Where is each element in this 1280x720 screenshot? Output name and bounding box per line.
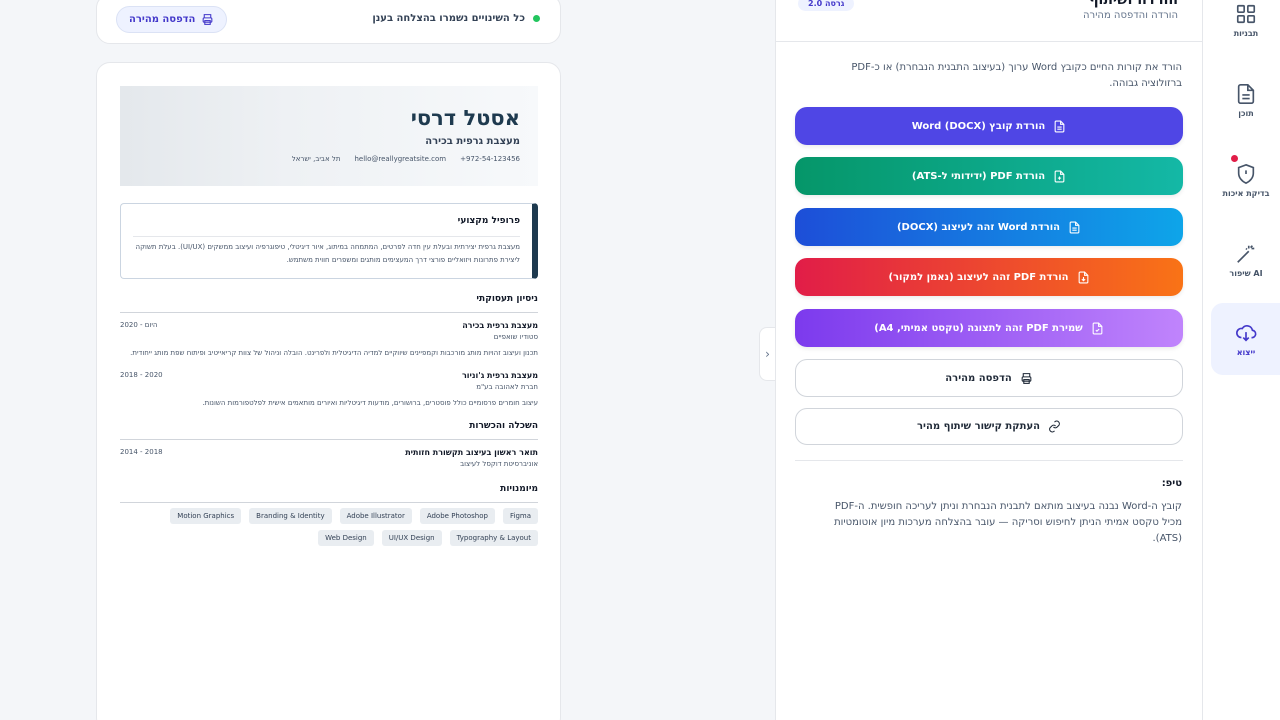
panel-title: הורדה ושיתוף (1089, 0, 1178, 8)
export-panel: הורדה ושיתוף הורדה והדפסה מהירה גרסה 2.0… (775, 0, 1202, 720)
chevron-right-icon: › (765, 347, 770, 361)
magic-wand-icon (1237, 244, 1255, 263)
job-description: עיצוב חומרים פרסומיים כולל פוסטרים, ברוש… (202, 399, 538, 407)
resume-email: hello@reallygreatsite.com (354, 155, 447, 163)
education-title: השכלה והכשרות (120, 421, 538, 440)
skills-list-row-2: Typography & Layout UI/UX Design Web Des… (120, 530, 538, 546)
resume-name: אסטל דרסי (410, 106, 520, 130)
panel-subtitle: הורדה והדפסה מהירה (1083, 10, 1178, 21)
save-view-pdf-button[interactable]: שמירת PDF זהה לתצוגה (טקסט אמיתי, A4) (795, 309, 1183, 347)
job-entry: מעצבת גרפית ג'וניור חברת לאהובה בע"מ עיצ… (120, 371, 538, 407)
skill-tag: UI/UX Design (381, 530, 442, 546)
job-description: תכנון ועיצוב זהויות מותג מורכבות וקמפיינ… (130, 349, 538, 357)
education-entry: תואר ראשון בעיצוב תקשורת חזותית אוניברסי… (120, 448, 538, 468)
print-button[interactable]: הדפסה מהירה (795, 359, 1183, 397)
document-icon (1237, 83, 1255, 104)
skill-tag: Motion Graphics (170, 508, 242, 524)
nav-export-label: ייצוא (1236, 347, 1256, 357)
job-company: חברת לאהובה בע"מ (476, 383, 538, 391)
download-ats-pdf-button[interactable]: הורדת PDF (ידידותי ל-ATS) (795, 157, 1183, 195)
panel-header: הורדה ושיתוף הורדה והדפסה מהירה גרסה 2.0 (776, 0, 1202, 42)
alert-dot-icon (1231, 155, 1238, 162)
job-company: סטודיו שואפיים (493, 333, 538, 341)
resume-header: אסטל דרסי מעצבת גרפית בכירה +972-54-1234… (120, 86, 538, 186)
shield-alert-icon (1237, 163, 1255, 184)
download-styled-pdf-label: הורדת PDF זהה לעיצוב (נאמן למקור) (888, 271, 1069, 283)
skills-list: Figma Adobe Photoshop Adobe Illustrator … (120, 508, 538, 524)
experience-section: ניסיון תעסוקתי מעצבת גרפית בכירה סטודיו … (120, 294, 538, 407)
job-entry: מעצבת גרפית בכירה סטודיו שואפיים תכנון ו… (120, 321, 538, 357)
file-check-icon (1092, 322, 1103, 334)
quick-print-label: הדפסה מהירה (129, 14, 196, 25)
print-label: הדפסה מהירה (945, 372, 1012, 384)
file-download-icon (1078, 271, 1088, 283)
skill-tag: Web Design (318, 530, 374, 546)
document-icon (1069, 221, 1080, 233)
job-title: מעצבת גרפית ג'וניור (461, 371, 538, 380)
tip-title: טיפ: (1161, 478, 1182, 489)
skills-title: מיומנויות (120, 484, 538, 503)
collapse-panel-handle[interactable]: › (759, 327, 775, 381)
nav-export[interactable]: ייצוא (1211, 303, 1280, 375)
resume-preview: אסטל דרסי מעצבת גרפית בכירה +972-54-1234… (96, 62, 561, 720)
save-view-pdf-label: שמירת PDF זהה לתצוגה (טקסט אמיתי, A4) (874, 322, 1083, 334)
link-icon (1049, 420, 1060, 433)
cloud-download-icon (1236, 324, 1257, 342)
degree-title: תואר ראשון בעיצוב תקשורת חזותית (405, 448, 538, 457)
education-section: השכלה והכשרות תואר ראשון בעיצוב תקשורת ח… (120, 421, 538, 468)
panel-intro: הורד את קורות החיים כקובץ Word ערוך (בעי… (851, 62, 1182, 89)
tip-text: קובץ ה-Word נבנה בעיצוב מותאם לתבנית הנב… (834, 501, 1182, 544)
school-name: אוניברסיטת דוקסל לעיצוב (460, 460, 538, 468)
nav-templates-label: תבניות (1233, 28, 1259, 38)
copy-share-link-label: העתקת קישור שיתוף מהיר (917, 421, 1040, 432)
quick-print-button[interactable]: הדפסה מהירה (116, 6, 228, 33)
resume-contact: +972-54-123456 hello@reallygreatsite.com… (120, 155, 520, 163)
job-date: 2020 - היום (120, 321, 158, 329)
version-badge: גרסה 2.0 (798, 0, 855, 11)
save-status-text: כל השינויים נשמרו בהצלחה בענן (372, 13, 525, 24)
resume-phone: +972-54-123456 (460, 155, 520, 163)
download-styled-word-label: הורדת Word זהה לעיצוב (DOCX) (896, 221, 1061, 233)
printer-icon (1021, 372, 1032, 384)
job-title: מעצבת גרפית בכירה (462, 321, 538, 330)
education-date: 2014 - 2018 (120, 448, 163, 456)
nav-quality-check-label: בדיקת איכות (1222, 188, 1270, 198)
resume-location: תל אביב, ישראל (291, 155, 341, 163)
job-date: 2018 - 2020 (120, 371, 163, 379)
download-word-label: הורדת קובץ Word (DOCX) (911, 120, 1046, 132)
file-plus-icon (1054, 170, 1065, 182)
panel-divider (795, 460, 1183, 461)
nav-ai-improve-label: שיפור AI (1229, 268, 1263, 278)
resume-role: מעצבת גרפית בכירה (425, 136, 520, 147)
nav-content[interactable]: תוכן (1211, 64, 1280, 136)
skill-tag: Figma (502, 508, 538, 524)
copy-share-link-button[interactable]: העתקת קישור שיתוף מהיר (795, 408, 1183, 445)
nav-quality-check[interactable]: בדיקת איכות (1211, 144, 1280, 216)
download-styled-word-button[interactable]: הורדת Word זהה לעיצוב (DOCX) (795, 208, 1183, 246)
document-icon (1054, 120, 1065, 132)
skills-section: מיומנויות Figma Adobe Photoshop Adobe Il… (120, 484, 538, 546)
download-styled-pdf-button[interactable]: הורדת PDF זהה לעיצוב (נאמן למקור) (795, 258, 1183, 296)
preview-toolbar: כל השינויים נשמרו בהצלחה בענן הדפסה מהיר… (96, 0, 561, 44)
status-dot-icon (533, 15, 540, 22)
printer-icon (203, 14, 213, 25)
skill-tag: Adobe Illustrator (339, 508, 412, 524)
download-ats-pdf-label: הורדת PDF (ידידותי ל-ATS) (911, 170, 1046, 182)
grid-icon (1236, 4, 1256, 23)
profile-section: פרופיל מקצועי מעצבת גרפית יצירתית ובעלת … (120, 203, 538, 279)
skill-tag: Typography & Layout (449, 530, 538, 546)
experience-title: ניסיון תעסוקתי (120, 294, 538, 313)
download-word-button[interactable]: הורדת קובץ Word (DOCX) (795, 107, 1183, 145)
nav-content-label: תוכן (1238, 108, 1254, 118)
skill-tag: Adobe Photoshop (419, 508, 495, 524)
nav-ai-improve[interactable]: שיפור AI (1211, 224, 1280, 296)
nav-templates[interactable]: תבניות (1211, 0, 1280, 56)
skill-tag: Branding & Identity (249, 508, 332, 524)
save-status: כל השינויים נשמרו בהצלחה בענן (372, 13, 540, 24)
profile-title: פרופיל מקצועי (457, 216, 520, 226)
side-navigation: תבניות תוכן בדיקת איכות שיפור AI ייצוא (1202, 0, 1280, 720)
profile-text: מעצבת גרפית יצירתית ובעלת עין חדה לפרטים… (133, 236, 520, 267)
